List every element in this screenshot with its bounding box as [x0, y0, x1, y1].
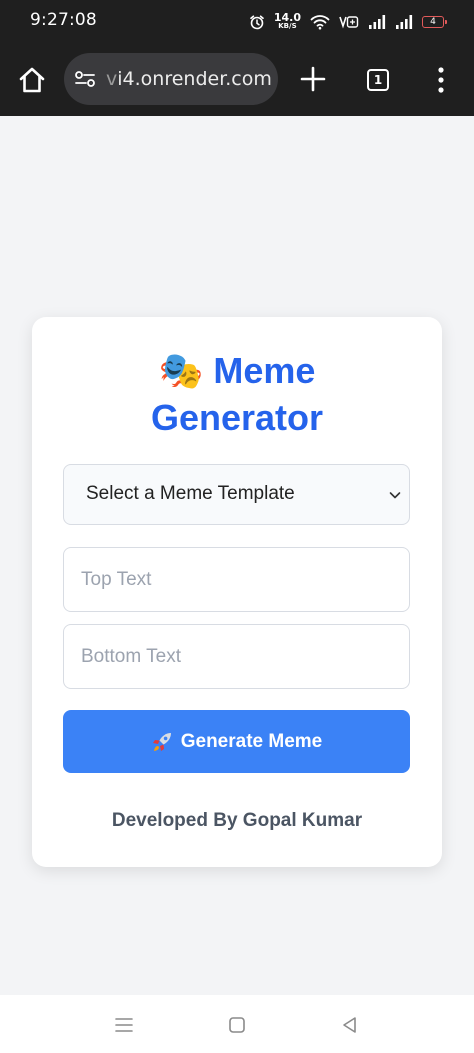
status-bar: 9:27:08 14.0 KB/S 4 — [0, 0, 474, 44]
url-text-main: i4.onrender.com — [117, 68, 272, 90]
net-speed-unit: KB/S — [278, 22, 297, 30]
status-icons: 14.0 KB/S 4 — [249, 10, 447, 34]
signal-icon — [369, 15, 386, 29]
meme-generator-card: 🎭 Meme Generator Select a Meme Template … — [32, 317, 442, 867]
chevron-down-icon — [389, 492, 401, 499]
generate-meme-label: Generate Meme — [180, 730, 323, 752]
new-tab-icon[interactable] — [300, 66, 326, 92]
signal-icon — [396, 15, 413, 29]
template-select[interactable]: Select a Meme Template — [63, 464, 410, 525]
url-text[interactable]: vi4.onrender.com — [106, 68, 272, 90]
alarm-icon — [250, 15, 264, 30]
title-line-2: Generator — [150, 397, 324, 438]
net-speed-value: 14.0 — [273, 11, 301, 24]
page-title: 🎭 Meme Generator — [32, 347, 442, 441]
rocket-icon — [152, 732, 171, 751]
recent-apps-icon[interactable] — [114, 1015, 134, 1035]
site-settings-icon[interactable] — [74, 68, 96, 90]
tab-switcher-icon[interactable]: 1 — [367, 69, 389, 91]
address-bar[interactable]: vi4.onrender.com — [64, 53, 278, 105]
url-text-faded: v — [106, 68, 118, 90]
title-line-1: Meme — [213, 350, 316, 391]
status-time: 9:27:08 — [30, 10, 97, 30]
volte-icon — [339, 16, 359, 29]
more-menu-icon[interactable] — [436, 66, 446, 94]
wifi-icon — [310, 15, 330, 30]
battery-icon: 4 — [422, 16, 447, 28]
browser-toolbar: vi4.onrender.com 1 — [0, 44, 474, 116]
net-speed: 14.0 KB/S — [273, 11, 301, 31]
developer-credit: Developed By Gopal Kumar — [111, 810, 363, 831]
top-text-input[interactable] — [63, 547, 410, 612]
bottom-text-input[interactable] — [63, 624, 410, 689]
theater-masks-icon: 🎭 — [158, 350, 204, 391]
system-nav-bar — [0, 995, 474, 1053]
tab-count: 1 — [373, 73, 383, 87]
generate-meme-button[interactable]: Generate Meme — [63, 710, 410, 773]
home-icon[interactable] — [16, 64, 48, 96]
home-icon[interactable] — [227, 1015, 247, 1035]
battery-level: 4 — [430, 17, 436, 27]
back-icon[interactable] — [340, 1015, 360, 1035]
template-select-value: Select a Meme Template — [86, 483, 295, 504]
